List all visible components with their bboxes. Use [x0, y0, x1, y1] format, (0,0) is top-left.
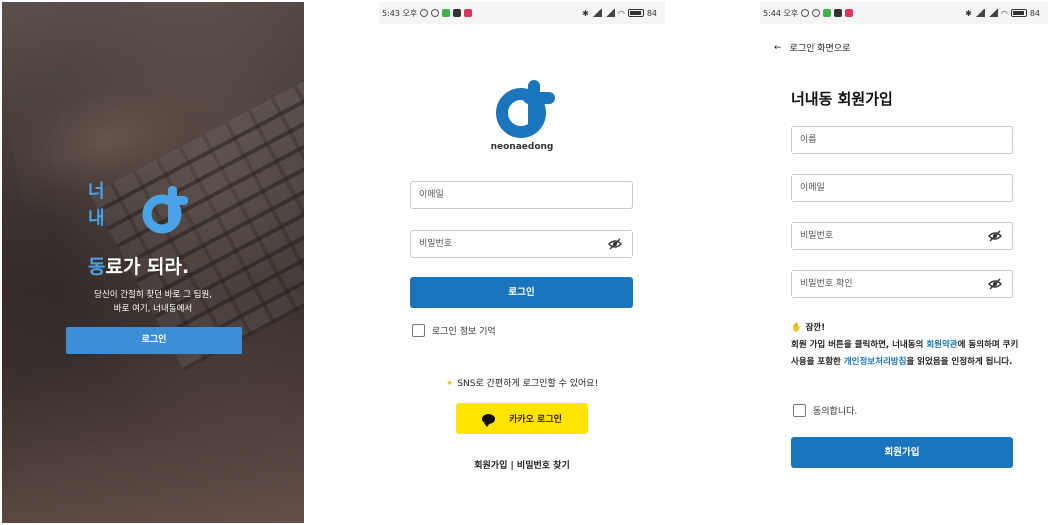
eye-off-icon[interactable]: [988, 230, 1002, 242]
app-notification-icon: [845, 9, 854, 17]
battery-level: 84: [1029, 8, 1040, 18]
password-confirm-field[interactable]: 비밀번호 확인: [791, 270, 1013, 298]
terms-notice: ✋ 잠깐! 회원 가입 버튼을 클릭하면, 너내동의 회원약관에 동의하며 쿠키 …: [791, 320, 1021, 371]
battery-icon: [627, 9, 644, 17]
settings-icon: [420, 9, 429, 17]
splash-subtitle: 당신이 간절히 찾던 바로 그 팀원, 바로 여기, 너내동에서: [2, 288, 304, 316]
battery-level: 84: [646, 8, 657, 18]
kakao-login-label: 카카오 로그인: [509, 415, 562, 425]
signup-screen: 5:44 오후 ✱ ◠ 84 ← 로그인 화면으로 너내동 회원가입 이름 이메…: [760, 2, 1048, 523]
signal-icon: [974, 9, 985, 17]
chat-bubble-icon: [482, 413, 496, 427]
tagline-accent: 동: [88, 256, 106, 278]
login-screen: 5:43 오후 ✱ ◠ 84 neonaedong 이메일 비밀번호 로그인 로…: [379, 2, 665, 523]
status-bar: 5:44 오후 ✱ ◠ 84: [760, 2, 1048, 24]
eye-off-icon[interactable]: [608, 238, 622, 250]
password-field[interactable]: 비밀번호: [791, 222, 1013, 250]
password-confirm-placeholder: 비밀번호 확인: [800, 279, 853, 289]
page-title: 너내동 회원가입: [791, 90, 893, 108]
login-button[interactable]: 로그인: [410, 277, 633, 308]
status-time: 5:43 오후: [382, 8, 418, 18]
splash-syllables: 너 내: [88, 178, 105, 232]
status-bar: 5:43 오후 ✱ ◠ 84: [379, 2, 665, 24]
status-time: 5:44 오후: [763, 8, 799, 18]
sparkle-icon: ✦: [445, 379, 454, 389]
splash-screen: 너 내 동료가 되라. 당신이 간절히 찾던 바로 그 팀원, 바로 여기, 너…: [2, 2, 304, 523]
agree-checkbox[interactable]: 동의합니다.: [793, 404, 857, 417]
notice-title: 잠깐!: [805, 323, 826, 333]
password-placeholder: 비밀번호: [419, 239, 453, 249]
name-field[interactable]: 이름: [791, 126, 1013, 154]
agree-label: 동의합니다.: [813, 407, 858, 417]
name-placeholder: 이름: [800, 135, 817, 145]
splash-subtitle-line1: 당신이 간절히 찾던 바로 그 팀원,: [94, 290, 212, 300]
email-placeholder: 이메일: [419, 190, 444, 200]
notice-text: 을 읽었음을 인정하게 됩니다.: [906, 357, 1013, 367]
password-placeholder: 비밀번호: [800, 231, 834, 241]
signal-icon: [591, 9, 602, 17]
back-to-login-label: 로그인 화면으로: [789, 44, 851, 54]
bluetooth-icon: ✱: [582, 8, 589, 18]
splash-tagline: 동료가 되라.: [88, 252, 189, 279]
signal-icon: [604, 9, 615, 17]
splash-syllable-1: 너: [88, 181, 105, 202]
back-to-login-link[interactable]: ← 로그인 화면으로: [774, 41, 851, 55]
splash-login-button[interactable]: 로그인: [66, 327, 242, 354]
app-logo-icon: [142, 186, 188, 234]
account-links[interactable]: 회원가입 | 비밀번호 찾기: [379, 458, 665, 471]
wifi-icon: ◠: [617, 8, 625, 18]
terms-link[interactable]: 회원약관: [926, 340, 957, 350]
checkbox-box[interactable]: [793, 404, 806, 417]
eye-off-icon[interactable]: [988, 278, 1002, 290]
sns-login-prompt: ✦ SNS로 간편하게 로그인할 수 있어요!: [379, 376, 665, 389]
privacy-policy-link[interactable]: 개인정보처리방침: [844, 357, 907, 367]
kakao-login-button[interactable]: 카카오 로그인: [456, 403, 588, 434]
wifi-icon: ◠: [1000, 8, 1008, 18]
message-notification-icon: [834, 9, 843, 17]
remember-login-checkbox[interactable]: 로그인 정보 기억: [412, 324, 496, 337]
checkbox-box[interactable]: [412, 324, 425, 337]
settings-icon: [801, 9, 810, 17]
message-notification-icon: [453, 9, 462, 17]
signal-icon: [987, 9, 998, 17]
splash-syllable-2: 내: [88, 208, 105, 229]
notice-body: 회원 가입 버튼을 클릭하면, 너내동의 회원약관에 동의하며 쿠키 사용을 포…: [791, 337, 1021, 371]
password-field[interactable]: 비밀번호: [410, 230, 633, 258]
sns-login-text: SNS로 간편하게 로그인할 수 있어요!: [457, 379, 599, 389]
signup-button[interactable]: 회원가입: [791, 437, 1013, 468]
app-logo-icon: [496, 80, 555, 138]
app-notification-icon: [464, 9, 473, 17]
bluetooth-icon: ✱: [965, 8, 972, 18]
arrow-left-icon[interactable]: ←: [774, 43, 782, 53]
alarm-icon: [812, 9, 821, 17]
notice-text: 회원 가입 버튼을 클릭하면, 너내동의: [791, 340, 927, 350]
remember-login-label: 로그인 정보 기억: [432, 327, 496, 337]
brand-name: neonaedong: [490, 142, 554, 152]
app-notification-icon: [823, 9, 832, 17]
email-field[interactable]: 이메일: [791, 174, 1013, 202]
hand-icon: ✋: [791, 323, 802, 333]
splash-subtitle-line2: 바로 여기, 너내동에서: [113, 304, 193, 314]
email-field[interactable]: 이메일: [410, 181, 633, 209]
email-placeholder: 이메일: [800, 183, 825, 193]
alarm-icon: [431, 9, 440, 17]
app-notification-icon: [442, 9, 451, 17]
tagline-rest: 료가 되라.: [105, 256, 190, 278]
battery-icon: [1010, 9, 1027, 17]
